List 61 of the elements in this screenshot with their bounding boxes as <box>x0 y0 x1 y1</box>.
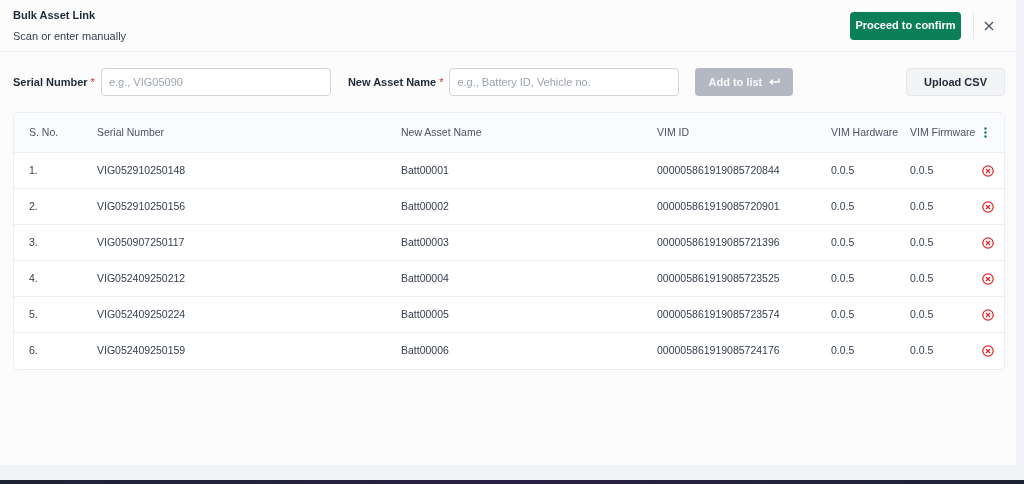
asset-name-field[interactable]: e.g., Battery ID, Vehicle no. <box>449 68 680 96</box>
column-header: Serial Number <box>97 124 166 140</box>
table-cell-text: 0.0.5 <box>910 198 935 214</box>
table-cell-text: VIG052409250224 <box>97 306 187 322</box>
field-label: Serial Number <box>13 74 88 90</box>
column-header: VIM Firmware <box>910 124 977 140</box>
required-mark: * <box>90 74 95 90</box>
table-cell-text: 000005861919085720844 <box>657 162 781 178</box>
table-cell-text: 5. <box>29 306 39 322</box>
table-cell-text: 0.0.5 <box>910 162 935 178</box>
dialog-subtitle: Scan or enter manually <box>13 28 128 44</box>
field-label: New Asset Name <box>347 74 437 90</box>
table-cell-text: 4. <box>29 270 39 286</box>
table-cell-text: 0.0.5 <box>831 343 856 359</box>
table-cell-text: 0.0.5 <box>910 306 935 322</box>
remove-icon[interactable] <box>982 236 994 249</box>
remove-icon[interactable] <box>982 345 994 357</box>
required-mark: * <box>439 74 444 90</box>
dialog-title: Bulk Asset Link <box>13 8 97 23</box>
serial-number-field[interactable]: e.g., VIG05090 <box>100 68 331 96</box>
table-cell-text: 0.0.5 <box>831 270 856 286</box>
close-icon[interactable] <box>984 20 994 31</box>
table-cell-text: 0.0.5 <box>831 234 856 250</box>
table-cell-text: VIG052910250148 <box>97 162 187 178</box>
table-cell-text: Batt00004 <box>401 270 450 286</box>
table-cell-text: 0.0.5 <box>910 343 935 359</box>
table-cell-text: 0.0.5 <box>910 234 935 250</box>
column-header: VIM ID <box>657 124 691 140</box>
table-cell-text: 1. <box>29 162 39 178</box>
column-header: New Asset Name <box>401 124 483 140</box>
table-cell-text: VIG052910250156 <box>97 198 187 214</box>
table-cell-text: VIG052409250212 <box>97 270 187 286</box>
table-cell-text: Batt00001 <box>401 162 450 178</box>
table-cell-text: 0.0.5 <box>910 270 935 286</box>
table-cell-text: VIG052409250159 <box>97 343 187 359</box>
table-cell-text: 6. <box>29 343 39 359</box>
table-cell-text: 0.0.5 <box>831 198 856 214</box>
enter-icon <box>769 78 781 86</box>
remove-icon[interactable] <box>982 308 994 321</box>
column-header: S. No. <box>29 124 60 140</box>
table-cell-text: Batt00005 <box>401 306 450 322</box>
remove-icon[interactable] <box>982 200 994 213</box>
table-cell-text: 000005861919085723525 <box>657 270 781 286</box>
table-cell-text: Batt00003 <box>401 234 450 250</box>
table-cell-text: Batt00002 <box>401 198 450 214</box>
remove-icon[interactable] <box>982 164 994 177</box>
table-cell-text: VIG050907250117 <box>97 234 186 250</box>
table-cell-text: 000005861919085723574 <box>657 306 781 322</box>
column-header: VIM Hardware <box>831 124 900 140</box>
table-cell-text: 3. <box>29 234 39 250</box>
upload-csv-button[interactable]: Upload CSV <box>906 68 1005 96</box>
table-cell-text: Batt00006 <box>401 343 450 359</box>
table-cell-text: 0.0.5 <box>831 306 856 322</box>
table-cell-text: 000005861919085720901 <box>657 198 781 214</box>
proceed-button[interactable]: Proceed to confirm <box>850 11 961 40</box>
remove-icon[interactable] <box>982 272 994 285</box>
more-options-icon[interactable] <box>984 127 987 138</box>
table-cell-text: 2. <box>29 198 39 214</box>
table-cell-text: 000005861919085724176 <box>657 343 781 359</box>
table-cell-text: 000005861919085721396 <box>657 234 781 250</box>
table-cell-text: 0.0.5 <box>831 162 856 178</box>
